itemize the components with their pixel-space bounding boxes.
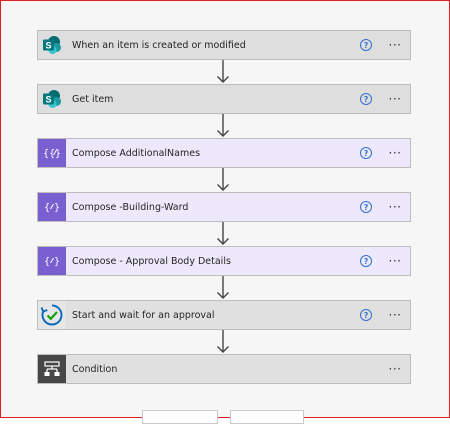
help-icon[interactable]: ? — [360, 201, 372, 213]
step-get-item[interactable]: S Get item ? ··· — [37, 84, 411, 114]
new-step-button[interactable] — [142, 410, 218, 424]
step-trigger-item-created-modified[interactable]: S When an item is created or modified ? … — [37, 30, 411, 60]
more-options-icon[interactable]: ··· — [386, 201, 404, 213]
svg-text:}: } — [55, 149, 61, 160]
step-label: Compose - Approval Body Details — [72, 255, 231, 267]
sharepoint-icon: S — [38, 31, 66, 59]
connector-arrow — [217, 330, 229, 353]
step-compose-approval-body-details[interactable]: { } Compose - Approval Body Details ? ··… — [37, 246, 411, 276]
more-options-icon[interactable]: ··· — [386, 39, 404, 51]
svg-text:{: { — [43, 149, 49, 160]
approval-icon — [38, 301, 66, 329]
step-label: Get item — [72, 93, 114, 105]
step-condition[interactable]: Condition ··· — [37, 354, 411, 384]
help-icon[interactable]: ? — [360, 309, 372, 321]
svg-text:{: { — [44, 257, 50, 268]
step-compose-building-ward[interactable]: { } Compose -Building-Ward ? ··· — [37, 192, 411, 222]
compose-icon: { } — [38, 193, 66, 221]
compose-icon: { } { — [38, 139, 66, 167]
connector-arrow — [217, 114, 229, 137]
step-label: When an item is created or modified — [72, 39, 246, 51]
help-icon[interactable]: ? — [360, 39, 372, 51]
connector-arrow — [217, 276, 229, 299]
help-icon[interactable]: ? — [360, 255, 372, 267]
connector-arrow — [217, 60, 229, 83]
svg-text:}: } — [54, 203, 60, 214]
step-label: Compose AdditionalNames — [72, 147, 201, 159]
more-options-icon[interactable]: ··· — [386, 309, 404, 321]
more-options-icon[interactable]: ··· — [386, 147, 404, 159]
help-icon[interactable]: ? — [360, 93, 372, 105]
connector-arrow — [217, 168, 229, 191]
compose-icon: { } — [38, 247, 66, 275]
help-icon[interactable]: ? — [360, 147, 372, 159]
condition-icon — [38, 355, 66, 383]
more-options-icon[interactable]: ··· — [386, 93, 404, 105]
step-label: Start and wait for an approval — [72, 309, 215, 321]
sharepoint-icon: S — [38, 85, 66, 113]
connector-arrow — [217, 222, 229, 245]
step-start-and-wait-approval[interactable]: Start and wait for an approval ? ··· — [37, 300, 411, 330]
svg-text:S: S — [45, 40, 51, 50]
svg-text:{: { — [44, 203, 50, 214]
step-label: Condition — [72, 363, 118, 375]
more-options-icon[interactable]: ··· — [386, 255, 404, 267]
svg-text:}: } — [54, 257, 60, 268]
save-button[interactable] — [230, 410, 304, 424]
svg-text:S: S — [45, 94, 51, 104]
more-options-icon[interactable]: ··· — [386, 363, 404, 375]
step-compose-additional-names[interactable]: { } { Compose AdditionalNames ? ··· — [37, 138, 411, 168]
step-label: Compose -Building-Ward — [72, 201, 189, 213]
